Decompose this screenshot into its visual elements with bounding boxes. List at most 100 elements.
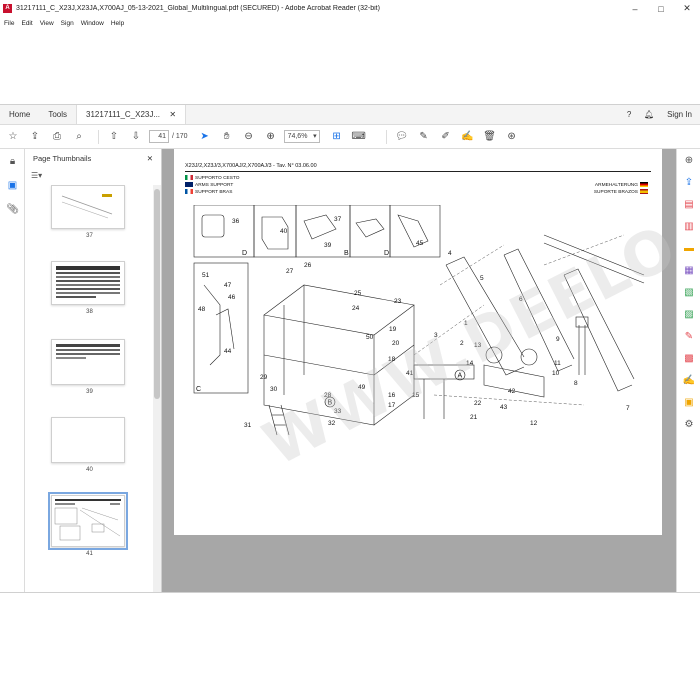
page-thumbnails-panel: Page Thumbnails ✕ ☰▾ 37 38 39 40 41 [25,149,162,592]
chevron-down-icon: ▾ [313,133,317,140]
label-it: SUPPORTO CESTO [195,175,240,181]
window-title: 31217111_C_X23J,X23JA,X700AJ_05-13-2021_… [16,5,380,12]
page-thumbnails-icon[interactable]: ▣ [0,173,25,197]
comment-icon[interactable]: 💬︎ [393,128,411,146]
svg-text:37: 37 [334,216,342,223]
edit-pdf-icon[interactable]: ▥ [677,215,700,237]
italy-flag-icon [185,175,193,180]
window-titlebar: A 31217111_C_X23J,X23JA,X700AJ_05-13-202… [0,0,700,17]
svg-text:31: 31 [244,422,252,429]
export-pdf-icon[interactable]: ⇪ [677,171,700,193]
menu-bar: File Edit View Sign Window Help [0,17,700,30]
zoom-out-icon[interactable]: ⊖ [240,128,258,146]
uk-flag-icon [185,182,193,187]
search-icon[interactable]: ⌕ [70,128,88,146]
menu-window[interactable]: Window [81,20,104,27]
document-view[interactable]: X23J/2,X23J/3,X700AJ/2,X700AJ/3 - Tav. N… [162,149,676,592]
stamp-icon[interactable]: ⊛ [503,128,521,146]
menu-sign[interactable]: Sign [61,20,74,27]
language-es: SUPORTE BRAZOS [594,189,650,195]
menu-view[interactable]: View [40,20,54,27]
zoom-in-icon[interactable]: ⊕ [262,128,280,146]
svg-text:21: 21 [470,414,478,421]
svg-text:25: 25 [354,290,362,297]
svg-text:46: 46 [228,294,236,301]
page-thumbnail[interactable] [51,339,125,385]
comment-icon[interactable]: ▬ [677,237,700,259]
page-thumbnail[interactable] [51,417,125,463]
share-icon[interactable]: ⇪ [26,128,44,146]
fill-sign-icon[interactable]: ✍ [677,369,700,391]
svg-text:D: D [384,250,389,257]
page-thumbnail[interactable] [51,261,125,305]
protect-icon[interactable]: ▩ [677,347,700,369]
svg-text:5: 5 [480,275,484,282]
tab-document[interactable]: 31217111_C_X23J... ✕ [76,105,187,124]
spain-flag-icon [640,189,648,194]
svg-text:48: 48 [198,306,206,313]
delete-icon[interactable]: 🗑︎ [481,128,499,146]
tab-bar: Home Tools 31217111_C_X23J... ✕ ? 🔔︎ Sig… [0,105,700,125]
compress-pdf-icon[interactable]: ▨ [677,303,700,325]
page-fit-icon[interactable]: ⊞ [328,128,346,146]
bookmark-star-icon[interactable]: ☆ [4,128,22,146]
page-thumbnail[interactable] [51,185,125,229]
language-fr: SUPPORT BRAS [185,189,232,195]
thumbnails-scrollbar-thumb[interactable] [154,189,160,399]
menu-file[interactable]: File [4,20,14,27]
svg-text:30: 30 [270,386,278,393]
attachment-icon[interactable]: 📎︎ [0,197,25,221]
zoom-level-select[interactable]: 74,6% ▾ [283,130,320,143]
organize-pages-icon[interactable]: ▧ [677,281,700,303]
language-de: ARMEHALTERUNG [595,182,650,188]
menu-help[interactable]: Help [111,20,124,27]
more-tools-icon[interactable]: ⚙ [677,413,700,435]
draw-icon[interactable]: ✐ [437,128,455,146]
maximize-button[interactable]: □ [648,4,674,14]
svg-text:39: 39 [324,242,332,249]
page-number-input[interactable]: 41 [149,130,169,143]
lock-icon[interactable]: 🔒︎ [0,149,25,173]
tab-tools[interactable]: Tools [39,105,76,124]
redact-icon[interactable]: ✎ [677,325,700,347]
close-panel-icon[interactable]: ✕ [147,154,153,163]
svg-text:C: C [196,386,201,393]
send-icon[interactable]: ▣ [677,391,700,413]
close-window-button[interactable]: ✕ [674,3,700,14]
page-thumbnail-selected[interactable] [48,492,128,550]
thumbnail-image [52,418,124,462]
thumbnail-options-icon: ☰▾ [31,170,43,180]
zoom-in-icon[interactable]: ⊕ [677,149,700,171]
menu-edit[interactable]: Edit [21,20,32,27]
fill-sign-icon[interactable]: ✍ [459,128,477,146]
help-icon[interactable]: ? [619,105,639,124]
keyboard-scroll-icon[interactable]: ⌨ [350,128,368,146]
label-fr: SUPPORT BRAS [195,189,233,195]
tab-document-label: 31217111_C_X23J... [86,110,161,119]
next-page-icon[interactable]: ⇩ [127,128,145,146]
svg-text:22: 22 [474,400,482,407]
notifications-icon[interactable]: 🔔︎ [639,105,659,124]
thumbnails-scrollbar[interactable] [153,185,161,592]
sign-in-button[interactable]: Sign In [659,105,700,124]
label-de: ARMEHALTERUNG [594,182,638,188]
create-pdf-icon[interactable]: ▤ [677,193,700,215]
highlight-icon[interactable]: ✎ [415,128,433,146]
svg-text:19: 19 [389,326,397,333]
thumbnail-page-number: 41 [86,551,93,557]
minimize-button[interactable]: – [622,4,648,14]
select-cursor-icon[interactable]: ➤ [196,128,214,146]
header-rule [185,171,651,172]
germany-flag-icon [640,182,648,187]
combine-files-icon[interactable]: ▦ [677,259,700,281]
document-header: X23J/2,X23J/3,X700AJ/2,X700AJ/3 - Tav. N… [185,163,317,169]
svg-text:27: 27 [286,268,294,275]
previous-page-icon[interactable]: ⇧ [105,128,123,146]
hand-tool-icon[interactable]: ✋︎ [218,128,236,146]
thumbnail-page-number: 40 [86,467,93,473]
zoom-level-value: 74,6% [287,133,308,140]
print-icon[interactable]: ⎙ [48,128,66,146]
close-tab-icon[interactable]: ✕ [169,110,176,119]
tab-home[interactable]: Home [0,105,39,124]
thumbnail-options-button[interactable]: ☰▾ [25,167,161,183]
